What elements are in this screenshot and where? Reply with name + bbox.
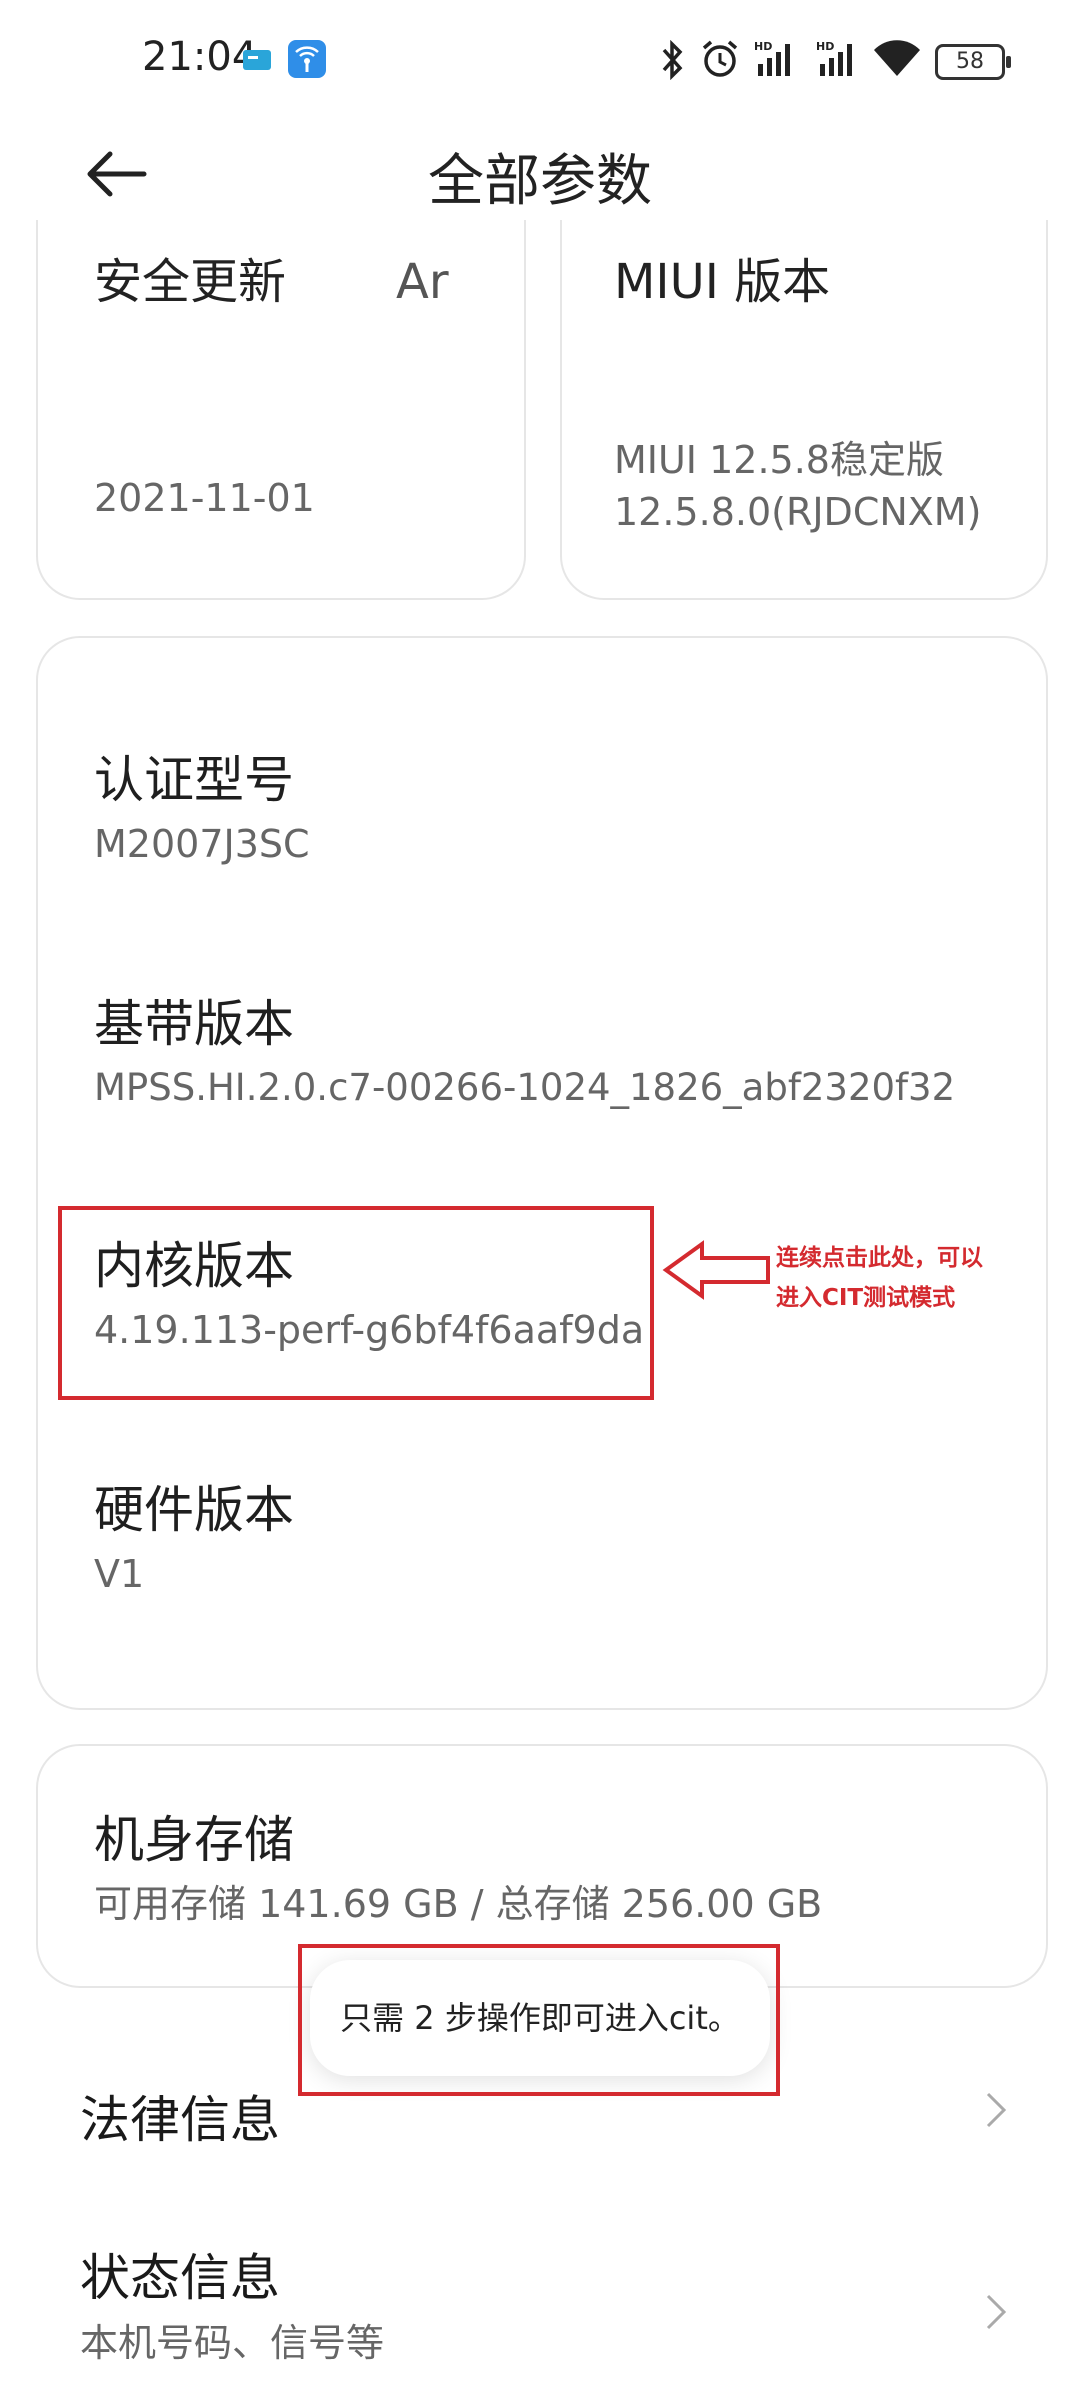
annotation-line1: 连续点击此处，可以: [776, 1245, 983, 1271]
item-label: 认证型号: [94, 751, 294, 809]
miui-version-line2: 12.5.8.0(RJDCNXM): [614, 490, 982, 534]
svg-text:HD: HD: [816, 40, 834, 53]
storage-item: 机身存储 可用存储 141.69 GB / 总存储 256.00 GB: [94, 1808, 822, 1930]
sim-card-icon: [243, 50, 271, 70]
item-value: 可用存储 141.69 GB / 总存储 256.00 GB: [94, 1882, 823, 1926]
status-time: 21:04: [142, 34, 258, 80]
hd-signal-icon: HD: [816, 40, 852, 76]
item-value: MPSS.HI.2.0.c7-00266-1024_1826_abf2320f3…: [94, 1066, 956, 1109]
miui-version-tile: MIUI 版本 MIUI 12.5.8稳定版 12.5.8.0(RJDCNXM): [560, 220, 1048, 600]
row-subtitle: 本机号码、信号等: [80, 2321, 385, 2365]
kernel-highlight-box: [58, 1206, 654, 1400]
svg-text:HD: HD: [754, 40, 772, 53]
toast-highlight-box: [298, 1944, 780, 2096]
tile-title: 安全更新 Ar: [94, 254, 449, 310]
status-bar: 21:04 HD HD 58: [0, 0, 1080, 120]
chevron-right-icon: [986, 2294, 1007, 2330]
page-title: 全部参数: [428, 149, 652, 214]
hd-signal-icon: HD: [754, 40, 790, 76]
item-label: 基带版本: [94, 995, 294, 1053]
certified-model-item: 认证型号 M2007J3SC: [94, 748, 310, 870]
wifi-icon: [874, 40, 920, 76]
left-arrow-annotation-icon: [662, 1240, 770, 1300]
device-details-card: 认证型号 M2007J3SC 基带版本 MPSS.HI.2.0.c7-00266…: [36, 636, 1048, 1710]
security-update-tile: 安全更新 Ar 2021-11-01: [36, 220, 526, 600]
bluetooth-icon: [662, 40, 683, 80]
item-label: 硬件版本: [94, 1481, 294, 1539]
security-update-date: 2021-11-01: [94, 476, 315, 520]
item-value: V1: [94, 1552, 145, 1596]
baseband-version-item: 基带版本 MPSS.HI.2.0.c7-00266-1024_1826_abf2…: [94, 992, 955, 1114]
battery-icon: 58: [935, 44, 1011, 80]
alarm-icon: [702, 40, 738, 77]
chevron-right-icon: [986, 2092, 1007, 2128]
miui-version-line1: MIUI 12.5.8稳定版: [614, 438, 944, 482]
hardware-version-item: 硬件版本 V1: [94, 1478, 294, 1600]
row-title: 法律信息: [80, 2091, 280, 2149]
wifi-hotspot-app-icon: [288, 40, 326, 78]
header: 全部参数: [0, 120, 1080, 220]
item-label: 机身存储: [94, 1811, 294, 1869]
annotation-text: 连续点击此处，可以 进入CIT测试模式: [776, 1238, 1016, 1318]
row-title: 状态信息: [80, 2249, 280, 2307]
annotation-line2: 进入CIT测试模式: [776, 1285, 956, 1311]
status-info-row[interactable]: 状态信息 本机号码、信号等: [0, 2220, 1080, 2390]
tile-title: MIUI 版本: [614, 254, 831, 310]
item-value: M2007J3SC: [94, 822, 310, 866]
